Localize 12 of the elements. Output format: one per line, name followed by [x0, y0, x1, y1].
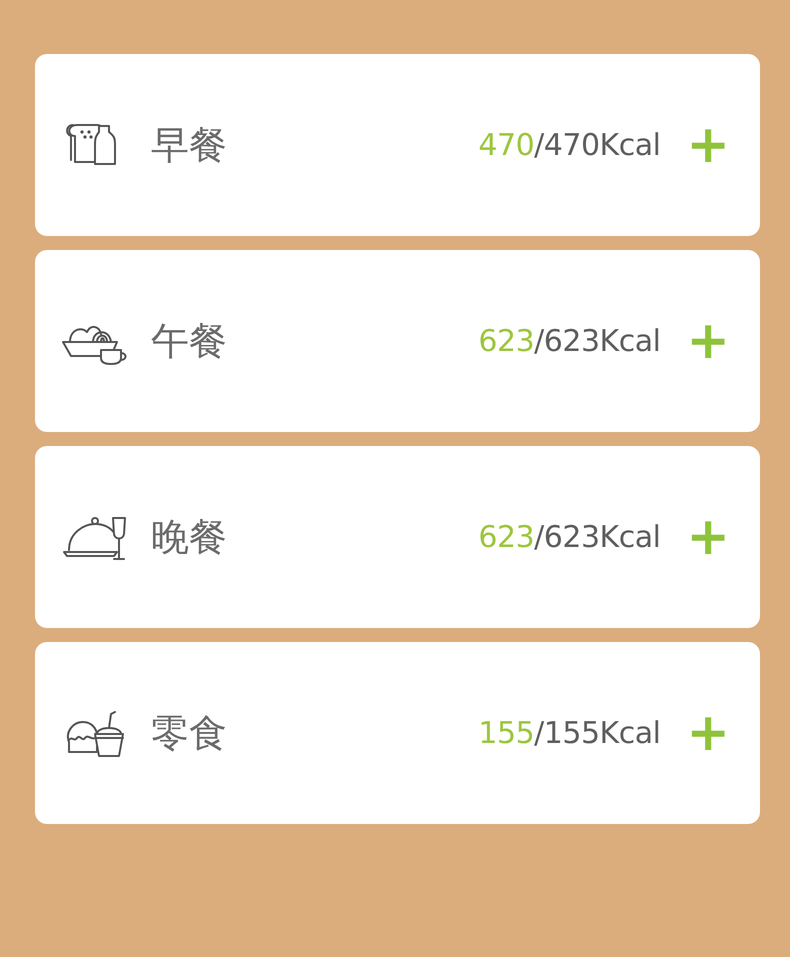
calorie-count: 623/623Kcal [478, 324, 660, 358]
meal-name: 晚餐 [151, 514, 228, 560]
calorie-count: 155/155Kcal [478, 716, 660, 750]
add-button[interactable]: + [686, 315, 730, 367]
meal-name: 午餐 [151, 318, 228, 364]
meal-name: 早餐 [151, 122, 228, 168]
calorie-count: 623/623Kcal [478, 520, 660, 554]
add-button[interactable]: + [686, 707, 730, 759]
add-button[interactable]: + [686, 119, 730, 171]
calorie-count: 470/470Kcal [478, 128, 660, 162]
add-button[interactable]: + [686, 511, 730, 563]
meal-name: 零食 [151, 710, 228, 756]
